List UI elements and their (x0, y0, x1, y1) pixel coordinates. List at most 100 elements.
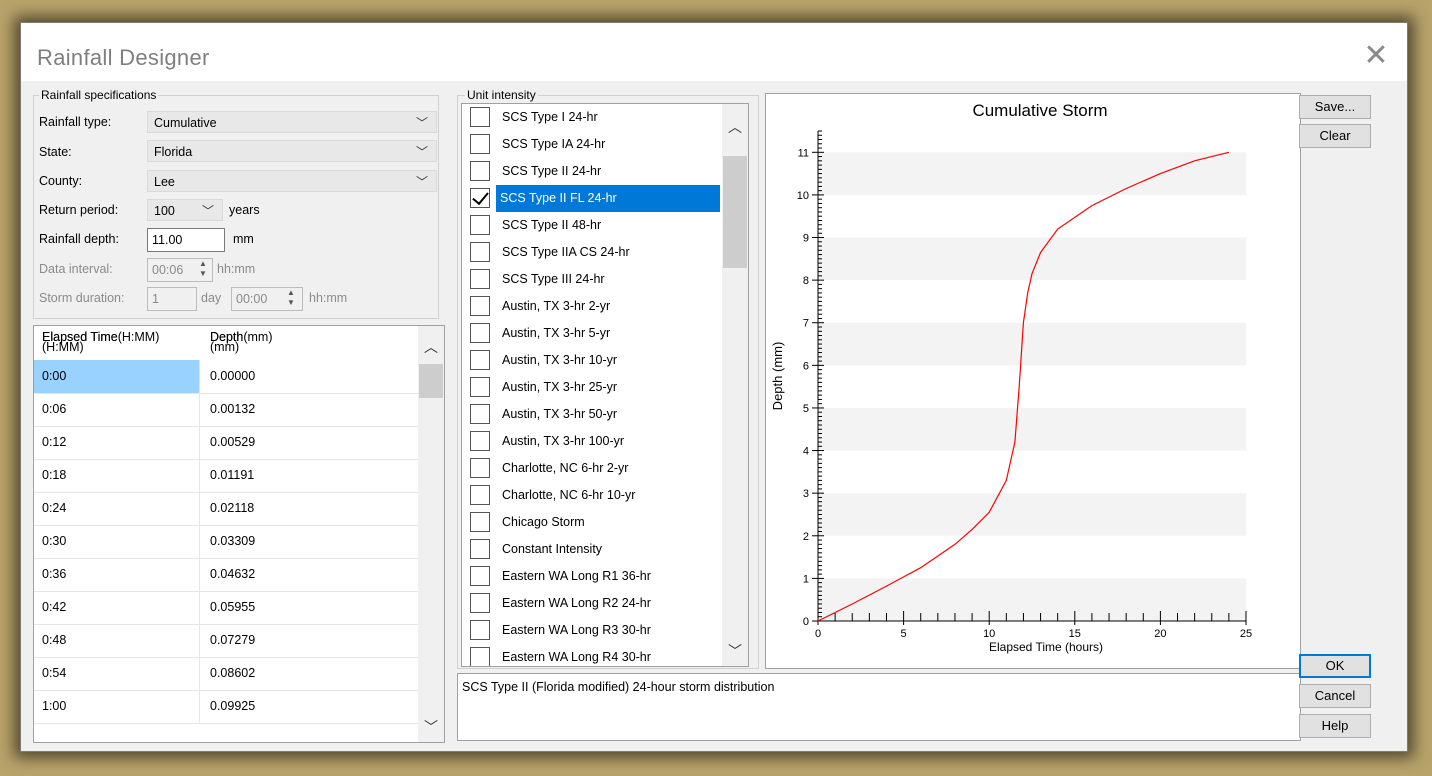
depth-cell[interactable]: 0.04632 (200, 558, 418, 591)
list-item[interactable]: Charlotte, NC 6-hr 2-yr (462, 455, 720, 482)
list-item[interactable]: Eastern WA Long R2 24-hr (462, 590, 720, 617)
depth-cell[interactable]: 0.00000 (200, 360, 418, 393)
list-item[interactable]: Chicago Storm (462, 509, 720, 536)
depth-cell[interactable]: 0.00132 (200, 393, 418, 426)
checkbox[interactable] (470, 458, 490, 478)
elapsed-time-cell[interactable]: 0:00 (34, 360, 200, 393)
checkbox[interactable] (470, 431, 490, 451)
county-select[interactable]: Lee ﹀ (147, 170, 437, 192)
elapsed-time-cell[interactable]: 0:42 (34, 591, 200, 624)
scroll-down-icon[interactable]: ﹀ (418, 716, 444, 738)
return-period-select[interactable]: 100 ﹀ (147, 199, 223, 221)
table-row[interactable]: 0:00 0.00000 (34, 360, 418, 394)
list-item[interactable]: SCS Type II 24-hr (462, 158, 720, 185)
elapsed-time-cell[interactable]: 0:36 (34, 558, 200, 591)
save-button[interactable]: Save... (1299, 95, 1371, 119)
depth-cell[interactable]: 0.09925 (200, 690, 418, 723)
checkbox[interactable] (470, 269, 490, 289)
list-item[interactable]: SCS Type IIA CS 24-hr (462, 239, 720, 266)
table-row[interactable]: 0:30 0.03309 (34, 525, 418, 559)
storm-duration-days-input[interactable]: 1 (147, 287, 197, 311)
list-item[interactable]: Austin, TX 3-hr 5-yr (462, 320, 720, 347)
table-row[interactable]: 0:24 0.02118 (34, 492, 418, 526)
checkbox[interactable] (470, 107, 490, 127)
depth-cell[interactable]: 0.07279 (200, 624, 418, 657)
list-item[interactable]: SCS Type I 24-hr (462, 104, 720, 131)
scroll-up-icon[interactable]: ︿ (418, 336, 444, 358)
table-row[interactable]: 0:12 0.00529 (34, 426, 418, 460)
table-row[interactable]: 0:54 0.08602 (34, 657, 418, 691)
close-icon[interactable]: ✕ (1359, 41, 1393, 75)
depth-cell[interactable]: 0.00529 (200, 426, 418, 459)
checkbox[interactable] (470, 539, 490, 559)
scroll-thumb[interactable] (419, 364, 443, 398)
scroll-thumb[interactable] (723, 156, 747, 268)
checkbox[interactable] (470, 404, 490, 424)
list-item[interactable]: Austin, TX 3-hr 10-yr (462, 347, 720, 374)
checkbox[interactable] (470, 620, 490, 640)
table-row[interactable]: 0:06 0.00132 (34, 393, 418, 427)
scroll-down-icon[interactable]: ﹀ (722, 640, 748, 662)
depth-cell[interactable]: 0.03309 (200, 525, 418, 558)
table-row[interactable]: 0:48 0.07279 (34, 624, 418, 658)
list-item[interactable]: Austin, TX 3-hr 2-yr (462, 293, 720, 320)
checkbox[interactable] (470, 242, 490, 262)
checkbox[interactable] (470, 296, 490, 316)
depth-cell[interactable]: 0.08602 (200, 657, 418, 690)
checkbox[interactable] (470, 215, 490, 235)
table-row[interactable]: 0:42 0.05955 (34, 591, 418, 625)
elapsed-time-cell[interactable]: 0:54 (34, 657, 200, 690)
elapsed-time-cell[interactable]: 0:18 (34, 459, 200, 492)
elapsed-time-cell[interactable]: 0:12 (34, 426, 200, 459)
storm-duration-time-unit: hh:mm (309, 291, 348, 305)
elapsed-time-cell[interactable]: 0:48 (34, 624, 200, 657)
list-item[interactable]: Austin, TX 3-hr 25-yr (462, 374, 720, 401)
list-item[interactable]: SCS Type II FL 24-hr (462, 185, 720, 212)
elapsed-time-cell[interactable]: 1:00 (34, 690, 200, 723)
rainfall-type-select[interactable]: Cumulative ﹀ (147, 111, 437, 133)
table-row[interactable]: 1:00 0.09925 (34, 690, 418, 724)
list-item[interactable]: Eastern WA Long R1 36-hr (462, 563, 720, 590)
list-item[interactable]: SCS Type IA 24-hr (462, 131, 720, 158)
scroll-up-icon[interactable]: ︿ (722, 116, 748, 138)
checkbox[interactable] (470, 134, 490, 154)
grid-scrollbar[interactable]: ︿ ﹀ (418, 326, 444, 742)
elapsed-time-cell[interactable]: 0:06 (34, 393, 200, 426)
checkbox[interactable] (470, 323, 490, 343)
list-item[interactable]: Austin, TX 3-hr 50-yr (462, 401, 720, 428)
elapsed-time-cell[interactable]: 0:24 (34, 492, 200, 525)
help-button[interactable]: Help (1299, 714, 1371, 738)
rainfall-depth-input[interactable]: 11.00 (147, 228, 225, 252)
depth-cell[interactable]: 0.05955 (200, 591, 418, 624)
spinner-arrows-icon[interactable]: ▲ ▼ (283, 288, 299, 310)
cancel-button[interactable]: Cancel (1299, 684, 1371, 708)
checkbox[interactable] (470, 161, 490, 181)
checkbox[interactable] (470, 647, 490, 666)
depth-cell[interactable]: 0.01191 (200, 459, 418, 492)
list-scrollbar[interactable]: ︿ ﹀ (722, 104, 748, 666)
table-row[interactable]: 0:18 0.01191 (34, 459, 418, 493)
list-item[interactable]: SCS Type III 24-hr (462, 266, 720, 293)
checkbox[interactable] (470, 485, 490, 505)
list-item[interactable]: Eastern WA Long R4 30-hr (462, 644, 720, 666)
rainfall-data-grid[interactable]: Elapsed Time(H:MM) Elapsed Time (H:MM) D… (33, 325, 445, 743)
depth-cell[interactable]: 0.02118 (200, 492, 418, 525)
list-item[interactable]: Eastern WA Long R3 30-hr (462, 617, 720, 644)
elapsed-time-cell[interactable]: 0:30 (34, 525, 200, 558)
list-item[interactable]: SCS Type II 48-hr (462, 212, 720, 239)
checkbox[interactable] (470, 377, 490, 397)
list-item[interactable]: Austin, TX 3-hr 100-yr (462, 428, 720, 455)
list-item[interactable]: Constant Intensity (462, 536, 720, 563)
checkbox[interactable] (470, 566, 490, 586)
state-select[interactable]: Florida ﹀ (147, 140, 437, 162)
checkbox[interactable] (470, 593, 490, 613)
checkbox[interactable] (470, 188, 490, 208)
unit-intensity-list[interactable]: SCS Type I 24-hr SCS Type IA 24-hr SCS Typ… (461, 103, 749, 667)
table-row[interactable]: 0:36 0.04632 (34, 558, 418, 592)
spinner-arrows-icon[interactable]: ▲ ▼ (195, 259, 211, 281)
ok-button[interactable]: OK (1299, 654, 1371, 678)
checkbox[interactable] (470, 512, 490, 532)
clear-button[interactable]: Clear (1299, 124, 1371, 148)
checkbox[interactable] (470, 350, 490, 370)
list-item[interactable]: Charlotte, NC 6-hr 10-yr (462, 482, 720, 509)
